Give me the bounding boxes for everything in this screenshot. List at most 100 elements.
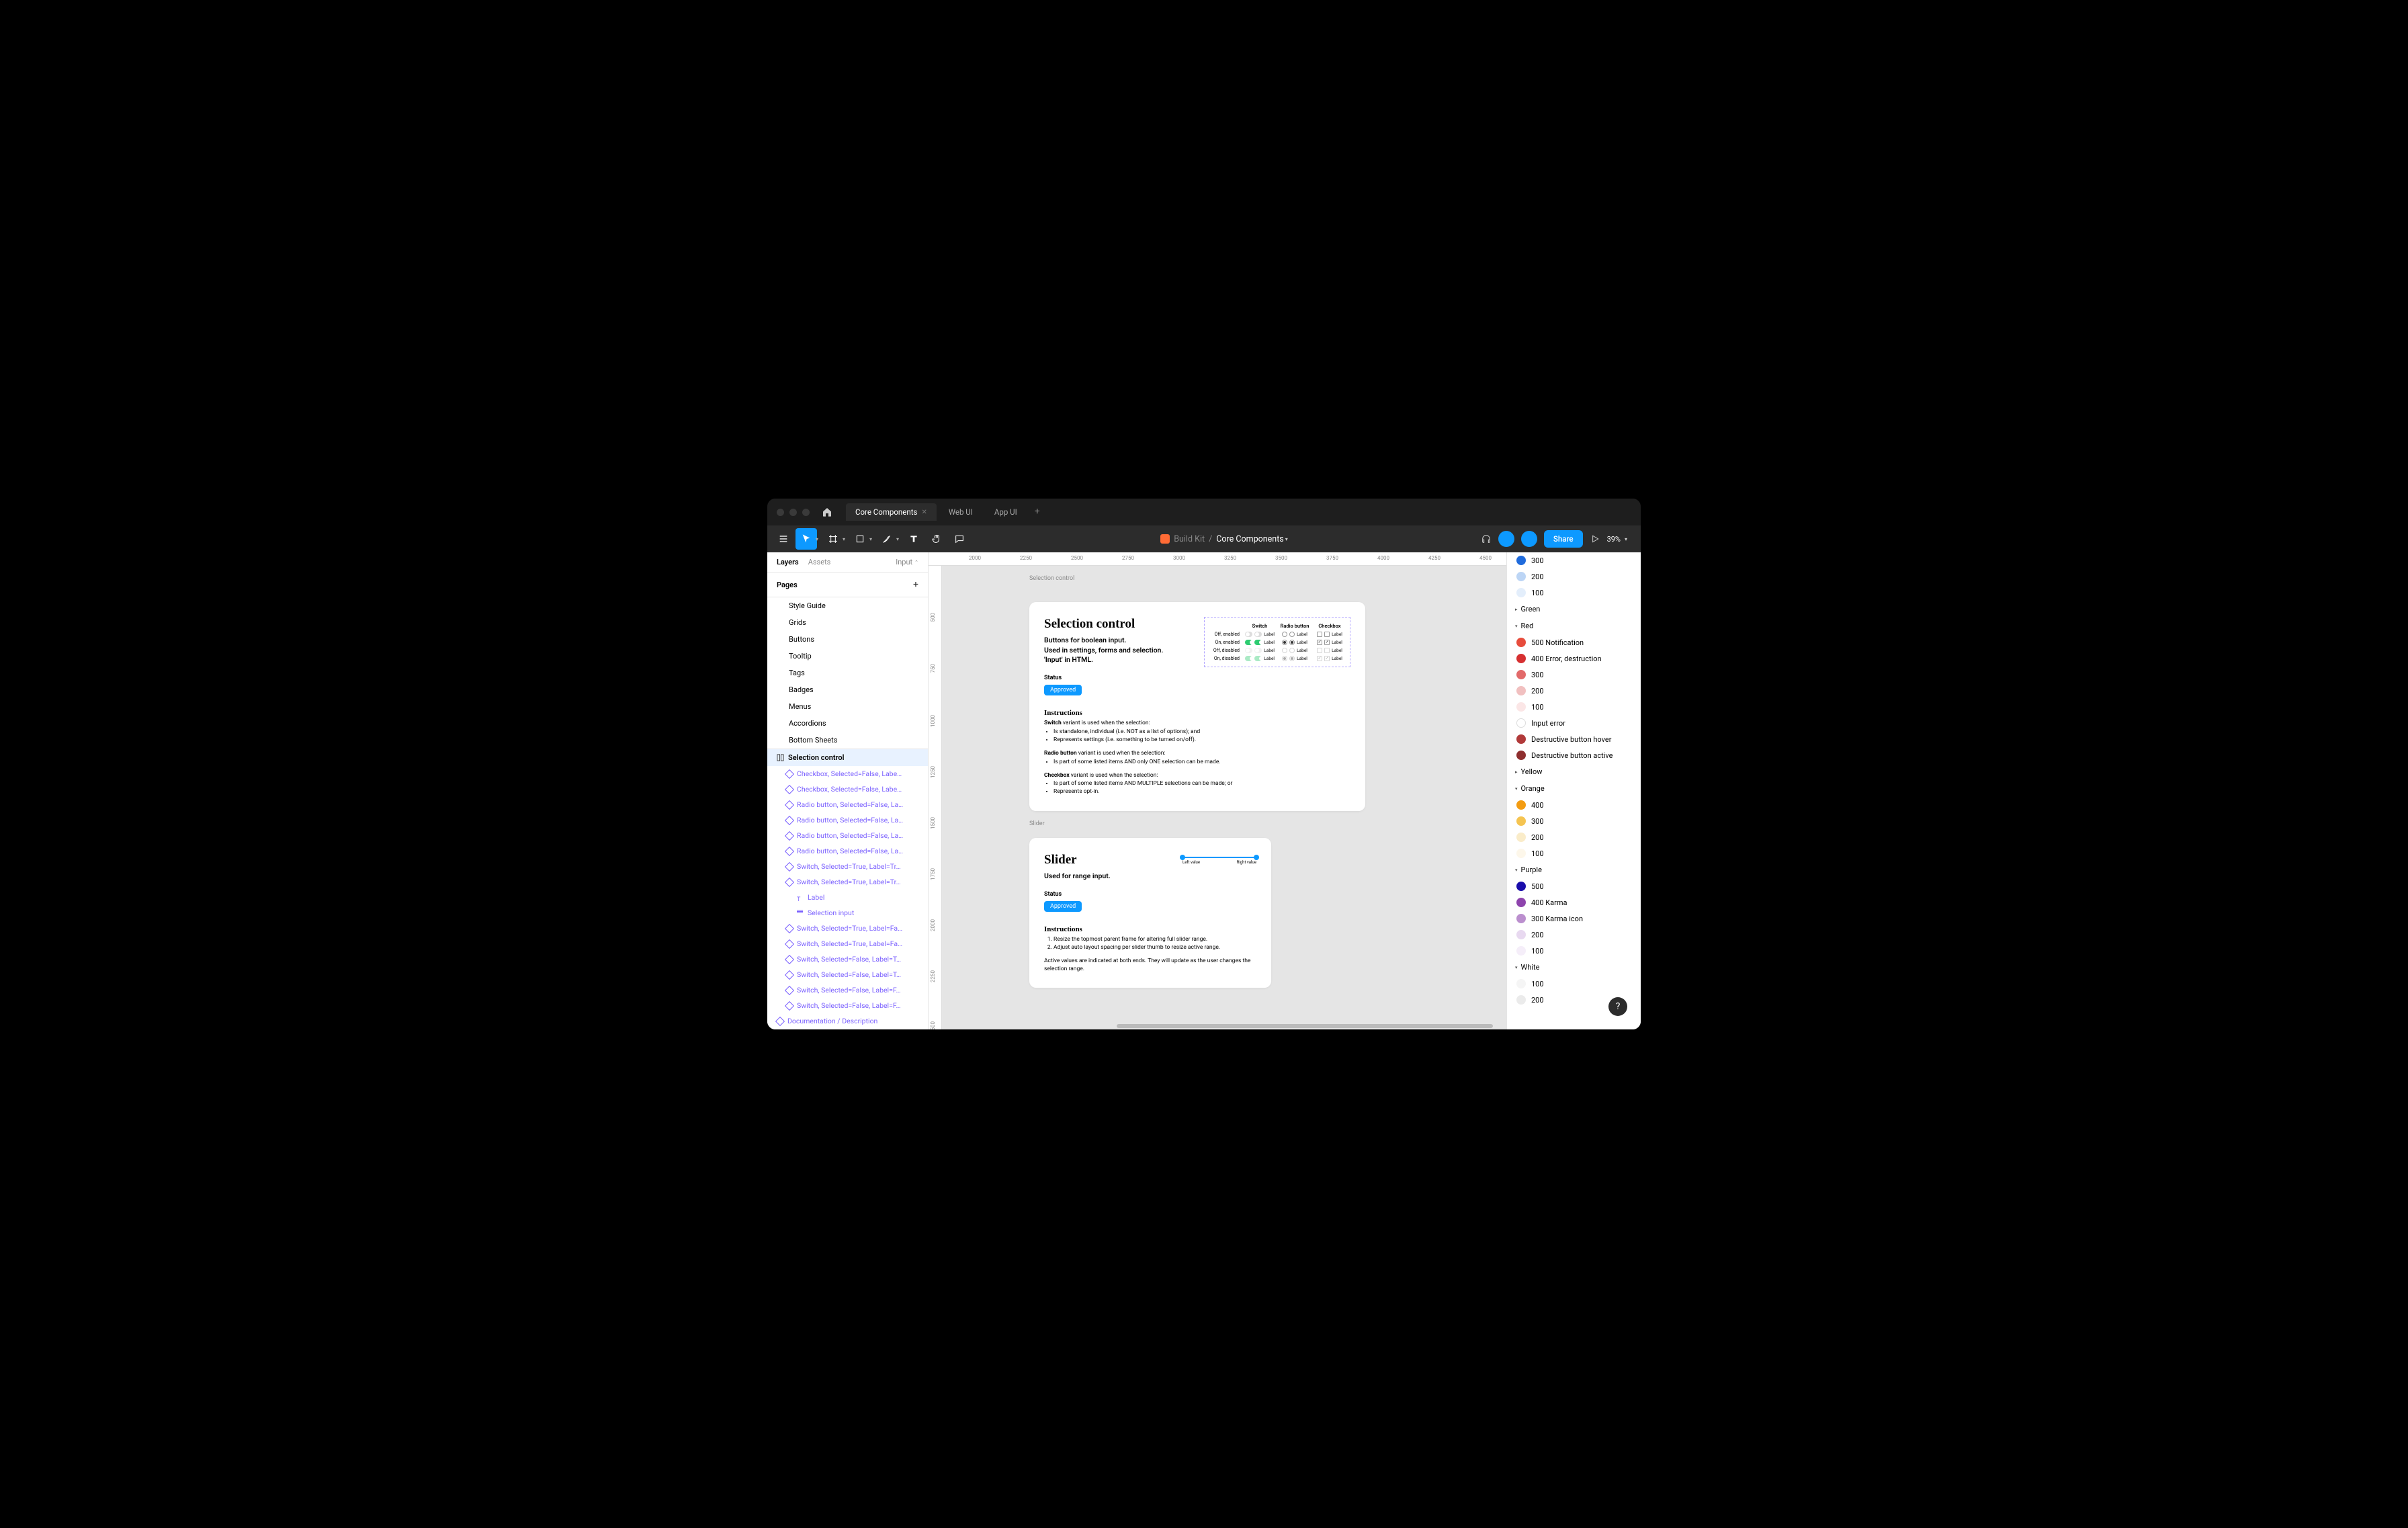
color-swatch-row[interactable]: 100 — [1507, 585, 1641, 601]
color-swatch-row[interactable]: 200 — [1507, 829, 1641, 845]
layer-item[interactable]: Radio button, Selected=False, La… — [767, 812, 928, 828]
move-tool[interactable] — [796, 528, 817, 550]
layers-filter[interactable]: Input⌃ — [896, 558, 918, 566]
headphones-icon[interactable] — [1481, 534, 1492, 544]
frame-tool[interactable] — [822, 528, 844, 550]
color-swatch-row[interactable]: 200 — [1507, 927, 1641, 943]
color-swatch-row[interactable]: 400 — [1507, 797, 1641, 813]
tab-web-ui[interactable]: Web UI — [939, 503, 982, 521]
avatar[interactable] — [1498, 531, 1514, 547]
layer-item[interactable]: Documentation / Description — [767, 1013, 928, 1029]
color-swatch-row[interactable]: 300 — [1507, 813, 1641, 829]
home-icon[interactable] — [822, 507, 832, 517]
left-panel: Layers Assets Input⌃ Pages + Style GuideG… — [767, 552, 929, 1029]
color-swatch-row[interactable]: 200 — [1507, 568, 1641, 585]
chevron-down-icon[interactable]: ▾ — [1285, 536, 1288, 542]
chevron-down-icon[interactable]: ▾ — [1625, 536, 1627, 542]
share-button[interactable]: Share — [1544, 530, 1583, 548]
tab-layers[interactable]: Layers — [777, 558, 799, 566]
layer-item[interactable]: Switch, Selected=True, Label=Tr… — [767, 859, 928, 874]
page-item[interactable]: Menus — [767, 698, 928, 715]
pages-heading: Pages — [777, 581, 798, 589]
color-swatch-row[interactable]: 100 — [1507, 845, 1641, 861]
page-selection-control[interactable]: Selection control — [767, 749, 928, 766]
page-item[interactable]: Tags — [767, 665, 928, 681]
chevron-down-icon[interactable]: ▾ — [896, 536, 899, 542]
scrollbar-horizontal[interactable] — [1117, 1024, 1493, 1028]
color-swatch-row[interactable]: 400 Karma — [1507, 894, 1641, 910]
layer-item[interactable]: Checkbox, Selected=False, Labe… — [767, 766, 928, 781]
color-group[interactable]: ▾Red — [1507, 618, 1641, 634]
close-icon[interactable]: ✕ — [921, 509, 927, 516]
page-item[interactable]: Badges — [767, 681, 928, 698]
canvas[interactable]: 2000225025002750300032503500375040004250… — [929, 552, 1506, 1029]
layer-item[interactable]: Radio button, Selected=False, La… — [767, 797, 928, 812]
chevron-down-icon[interactable]: ▾ — [843, 536, 845, 542]
help-button[interactable]: ? — [1608, 997, 1627, 1016]
menu-icon[interactable] — [773, 528, 794, 550]
add-tab[interactable]: + — [1029, 503, 1045, 521]
chevron-down-icon[interactable]: ▾ — [869, 536, 872, 542]
slider-visual: Left valueRight value — [1182, 853, 1256, 865]
tab-app-ui[interactable]: App UI — [985, 503, 1027, 521]
color-swatch-row[interactable]: 100 — [1507, 699, 1641, 715]
layer-item[interactable]: Switch, Selected=True, Label=Tr… — [767, 874, 928, 890]
color-swatch-row[interactable]: 300 Karma icon — [1507, 910, 1641, 927]
layer-item[interactable]: Switch, Selected=False, Label=T… — [767, 951, 928, 967]
add-page[interactable]: + — [913, 579, 918, 590]
layer-item[interactable]: Switch, Selected=False, Label=T… — [767, 967, 928, 982]
layer-item[interactable]: Radio button, Selected=False, La… — [767, 828, 928, 843]
traffic-lights[interactable] — [777, 509, 810, 516]
layer-item[interactable]: Label — [767, 890, 928, 905]
color-swatch-row[interactable]: 500 Notification — [1507, 634, 1641, 650]
page-item[interactable]: Grids — [767, 614, 928, 631]
chevron-down-icon[interactable]: ▾ — [816, 536, 818, 542]
ruler-horizontal: 2000225025002750300032503500375040004250… — [929, 552, 1506, 566]
page-item[interactable]: Style Guide — [767, 597, 928, 614]
play-icon[interactable] — [1590, 534, 1600, 544]
avatar[interactable] — [1521, 531, 1537, 547]
color-swatch-row[interactable]: 400 Error, destruction — [1507, 650, 1641, 667]
diamond-icon — [785, 970, 794, 979]
layer-item[interactable]: Switch, Selected=True, Label=Fa… — [767, 936, 928, 951]
hand-tool[interactable] — [926, 528, 947, 550]
pen-tool[interactable] — [876, 528, 898, 550]
tab-core-components[interactable]: Core Components✕ — [846, 503, 937, 521]
color-group[interactable]: ▾Purple — [1507, 861, 1641, 878]
shape-tool[interactable] — [849, 528, 871, 550]
layer-item[interactable]: Switch, Selected=False, Label=F… — [767, 982, 928, 998]
swatch — [1516, 898, 1526, 907]
text-tool[interactable] — [903, 528, 924, 550]
color-group[interactable]: ▾White — [1507, 959, 1641, 976]
color-swatch-row[interactable]: Input error — [1507, 715, 1641, 731]
page-item[interactable]: Buttons — [767, 631, 928, 648]
diamond-icon — [785, 769, 794, 778]
layer-item[interactable]: Switch, Selected=True, Label=Fa… — [767, 921, 928, 936]
color-swatch-row[interactable]: 100 — [1507, 943, 1641, 959]
comment-tool[interactable] — [949, 528, 970, 550]
tab-assets[interactable]: Assets — [808, 558, 831, 566]
color-group[interactable]: ▾Orange — [1507, 780, 1641, 797]
color-group[interactable]: ▸Yellow — [1507, 763, 1641, 780]
instructions-heading: Instructions — [1044, 925, 1256, 933]
color-swatch-row[interactable]: 100 — [1507, 976, 1641, 992]
layer-item[interactable]: Checkbox, Selected=False, Labe… — [767, 781, 928, 797]
toolbar: ▾ ▾ ▾ ▾ Build Kit/ Core Components▾ Shar… — [767, 525, 1641, 552]
layer-item[interactable]: Radio button, Selected=False, La… — [767, 843, 928, 859]
layer-item[interactable]: Selection input — [767, 905, 928, 921]
page-item[interactable]: Accordions — [767, 715, 928, 732]
color-swatch-row[interactable]: 500 — [1507, 878, 1641, 894]
color-swatch-row[interactable]: Destructive button active — [1507, 747, 1641, 763]
breadcrumb[interactable]: Build Kit/ Core Components▾ — [972, 534, 1479, 544]
page-item[interactable]: Tooltip — [767, 648, 928, 665]
layer-item[interactable]: Switch, Selected=False, Label=F… — [767, 998, 928, 1013]
color-swatch-row[interactable]: 200 — [1507, 683, 1641, 699]
color-swatch-row[interactable]: 300 — [1507, 667, 1641, 683]
color-swatch-row[interactable]: 300 — [1507, 552, 1641, 568]
color-swatch-row[interactable]: Destructive button hover — [1507, 731, 1641, 747]
page-item[interactable]: Bottom Sheets — [767, 732, 928, 749]
swatch — [1516, 882, 1526, 891]
diamond-icon — [785, 954, 794, 964]
color-group[interactable]: ▸Green — [1507, 601, 1641, 618]
zoom-value[interactable]: 39% — [1607, 535, 1621, 544]
